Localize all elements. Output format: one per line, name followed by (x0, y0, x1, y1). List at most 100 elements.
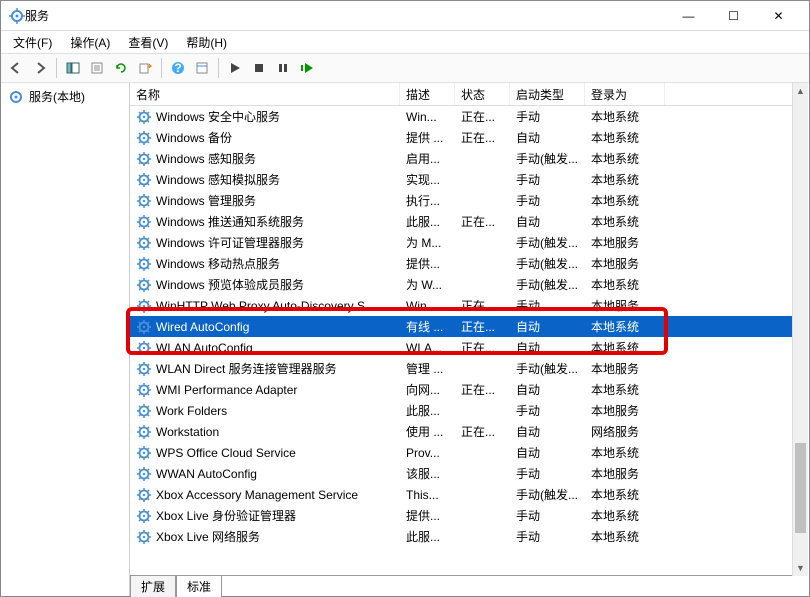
back-button[interactable] (5, 57, 27, 79)
service-description: 有线 ... (400, 318, 455, 335)
service-row[interactable]: WinHTTP Web Proxy Auto-Discovery S...Win… (130, 295, 792, 316)
about-button[interactable] (191, 57, 213, 79)
gear-icon (136, 403, 152, 419)
service-row[interactable]: Windows 推送通知系统服务此服...正在...自动本地系统 (130, 211, 792, 232)
vertical-scrollbar[interactable]: ▲ ▼ (792, 83, 808, 576)
service-logon-as: 本地服务 (585, 255, 665, 272)
service-row[interactable]: Windows 安全中心服务Win...正在...手动本地系统 (130, 106, 792, 127)
show-hide-tree-button[interactable] (62, 57, 84, 79)
separator-icon (56, 58, 57, 78)
column-header-description[interactable]: 描述 (400, 83, 455, 105)
service-logon-as: 本地系统 (585, 318, 665, 335)
service-row[interactable]: Wired AutoConfig有线 ...正在...自动本地系统 (130, 316, 792, 337)
minimize-button[interactable]: — (666, 1, 711, 31)
service-status: 正在... (455, 297, 510, 314)
tab-extended[interactable]: 扩展 (130, 575, 176, 597)
help-button[interactable]: ? (167, 57, 189, 79)
service-description: 提供... (400, 507, 455, 524)
service-startup-type: 手动 (510, 465, 585, 482)
service-startup-type: 自动 (510, 381, 585, 398)
gear-icon (136, 193, 152, 209)
tab-standard[interactable]: 标准 (176, 575, 222, 597)
toolbar: ? (1, 53, 809, 83)
service-logon-as: 本地系统 (585, 150, 665, 167)
service-row[interactable]: WLAN Direct 服务连接管理器服务管理 ...手动(触发...本地服务 (130, 358, 792, 379)
service-row[interactable]: WWAN AutoConfig该服...手动本地服务 (130, 463, 792, 484)
gear-icon (136, 235, 152, 251)
column-header-name[interactable]: 名称 (130, 83, 400, 105)
service-row[interactable]: Windows 感知模拟服务实现...手动本地系统 (130, 169, 792, 190)
service-row[interactable]: WLAN AutoConfigWLA...正在...自动本地系统 (130, 337, 792, 358)
close-button[interactable]: ✕ (756, 1, 801, 31)
service-logon-as: 本地系统 (585, 192, 665, 209)
export-list-button[interactable] (134, 57, 156, 79)
service-status: 正在... (455, 339, 510, 356)
service-name: Xbox Accessory Management Service (156, 488, 358, 502)
services-icon (8, 89, 24, 105)
gear-icon (136, 424, 152, 440)
service-row[interactable]: Work Folders此服...手动本地服务 (130, 400, 792, 421)
scroll-up-icon[interactable]: ▲ (793, 83, 808, 99)
maximize-button[interactable]: ☐ (711, 1, 756, 31)
service-name: WLAN Direct 服务连接管理器服务 (156, 360, 337, 377)
gear-icon (136, 529, 152, 545)
service-status: 正在... (455, 381, 510, 398)
scroll-down-icon[interactable]: ▼ (793, 560, 808, 576)
service-row[interactable]: Windows 预览体验成员服务为 W...手动(触发...本地系统 (130, 274, 792, 295)
service-name: Xbox Live 网络服务 (156, 528, 260, 545)
service-status: 正在... (455, 129, 510, 146)
gear-icon (136, 319, 152, 335)
service-row[interactable]: Xbox Live 网络服务此服...手动本地系统 (130, 526, 792, 547)
service-description: Prov... (400, 446, 455, 460)
restart-service-button[interactable] (296, 57, 318, 79)
column-header-status[interactable]: 状态 (455, 83, 510, 105)
scroll-thumb[interactable] (795, 443, 806, 533)
sidebar-tree: 服务(本地) (2, 83, 130, 596)
service-description: 向网... (400, 381, 455, 398)
service-description: 为 W... (400, 276, 455, 293)
gear-icon (136, 109, 152, 125)
menu-view[interactable]: 查看(V) (120, 32, 176, 53)
service-startup-type: 自动 (510, 318, 585, 335)
service-row[interactable]: Windows 许可证管理器服务为 M...手动(触发...本地服务 (130, 232, 792, 253)
service-description: 该服... (400, 465, 455, 482)
separator-icon (161, 58, 162, 78)
service-row[interactable]: WPS Office Cloud ServiceProv...自动本地系统 (130, 442, 792, 463)
properties-button[interactable] (86, 57, 108, 79)
service-startup-type: 手动(触发... (510, 255, 585, 272)
gear-icon (136, 256, 152, 272)
service-description: 启用... (400, 150, 455, 167)
menu-file[interactable]: 文件(F) (5, 32, 60, 53)
forward-button[interactable] (29, 57, 51, 79)
service-row[interactable]: Xbox Accessory Management Service This...… (130, 484, 792, 505)
service-row[interactable]: Windows 备份提供 ...正在...自动本地系统 (130, 127, 792, 148)
service-description: This... (400, 488, 455, 502)
service-logon-as: 本地系统 (585, 444, 665, 461)
service-name: Windows 许可证管理器服务 (156, 234, 304, 251)
service-logon-as: 网络服务 (585, 423, 665, 440)
service-logon-as: 本地系统 (585, 486, 665, 503)
gear-icon (136, 382, 152, 398)
service-startup-type: 自动 (510, 444, 585, 461)
gear-icon (136, 508, 152, 524)
refresh-button[interactable] (110, 57, 132, 79)
view-tabs: 扩展 标准 (130, 576, 222, 596)
service-status: 正在... (455, 423, 510, 440)
menu-action[interactable]: 操作(A) (62, 32, 118, 53)
service-description: WLA... (400, 341, 455, 355)
sidebar-item-services-local[interactable]: 服务(本地) (2, 86, 129, 107)
service-row[interactable]: WMI Performance Adapter向网...正在...自动本地系统 (130, 379, 792, 400)
service-row[interactable]: Windows 管理服务执行...手动本地系统 (130, 190, 792, 211)
service-name: Windows 安全中心服务 (156, 108, 280, 125)
menu-help[interactable]: 帮助(H) (178, 32, 235, 53)
column-header-startup-type[interactable]: 启动类型 (510, 83, 585, 105)
service-row[interactable]: Windows 感知服务启用...手动(触发...本地系统 (130, 148, 792, 169)
column-header-logon-as[interactable]: 登录为 (585, 83, 665, 105)
stop-service-button[interactable] (248, 57, 270, 79)
service-row[interactable]: Windows 移动热点服务提供...手动(触发...本地服务 (130, 253, 792, 274)
service-row[interactable]: Workstation使用 ...正在...自动网络服务 (130, 421, 792, 442)
services-list-panel: 名称 描述 状态 启动类型 登录为 Windows 安全中心服务Win...正在… (130, 83, 808, 596)
start-service-button[interactable] (224, 57, 246, 79)
service-row[interactable]: Xbox Live 身份验证管理器提供...手动本地系统 (130, 505, 792, 526)
pause-service-button[interactable] (272, 57, 294, 79)
